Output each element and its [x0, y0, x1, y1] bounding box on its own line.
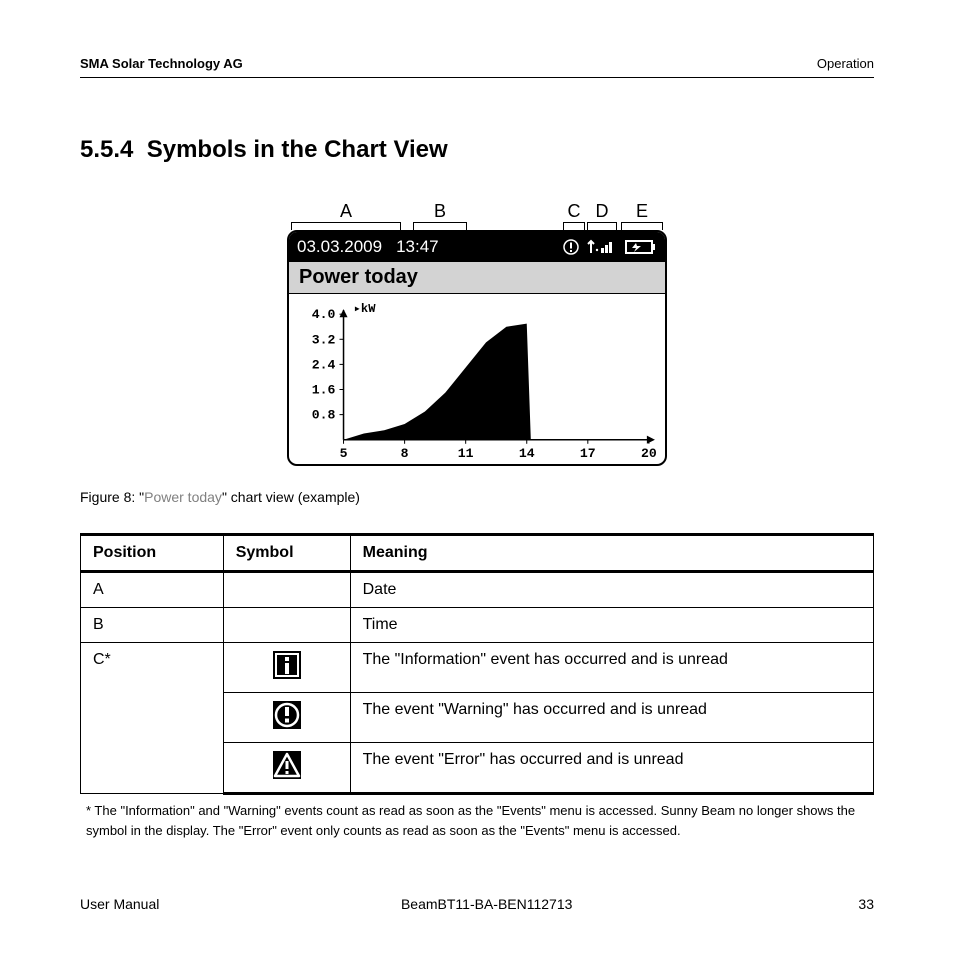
cell-symbol — [223, 643, 350, 693]
symbols-table: Position Symbol Meaning ADateBTimeC*The … — [80, 533, 874, 795]
section-number: 5.5.4 — [80, 136, 133, 163]
svg-text:3.2: 3.2 — [312, 332, 336, 347]
svg-text:8: 8 — [401, 446, 409, 461]
lcd-date: 03.03.2009 — [297, 237, 382, 257]
svg-text:1.6: 1.6 — [312, 383, 336, 398]
table-row: C*The "Information" event has occurred a… — [81, 643, 874, 693]
th-meaning: Meaning — [350, 535, 873, 572]
info-icon — [271, 649, 303, 686]
figure-container: A B C D E 03.03.2009 13:47 — [80, 190, 874, 471]
figure-caption: Figure 8: "Power today" chart view (exam… — [80, 489, 874, 505]
page-footer: User Manual BeamBT11-BA-BEN112713 33 — [80, 896, 874, 912]
warning-icon — [271, 699, 303, 736]
cell-meaning: The event "Error" has occurred and is un… — [350, 743, 873, 794]
lcd-title: Power today — [289, 262, 665, 294]
callout-a: A — [291, 202, 401, 230]
svg-text:17: 17 — [580, 446, 596, 461]
device-frame: A B C D E 03.03.2009 13:47 — [287, 190, 667, 466]
cell-meaning: The "Information" event has occurred and… — [350, 643, 873, 693]
section-heading: Symbols in the Chart View — [147, 136, 448, 163]
cell-meaning: Time — [350, 608, 873, 643]
callout-d: D — [587, 202, 617, 230]
battery-icon — [625, 239, 657, 255]
cell-position: C* — [81, 643, 224, 794]
cell-meaning: The event "Warning" has occurred and is … — [350, 693, 873, 743]
cell-symbol — [223, 693, 350, 743]
callout-e: E — [621, 202, 663, 230]
page-header: SMA Solar Technology AG Operation — [80, 56, 874, 78]
lcd-screen: 03.03.2009 13:47 — [287, 230, 667, 466]
svg-text:5: 5 — [340, 446, 348, 461]
callout-b: B — [413, 202, 467, 230]
cell-position: B — [81, 608, 224, 643]
footer-center: BeamBT11-BA-BEN112713 — [401, 896, 572, 912]
cell-position: A — [81, 572, 224, 608]
cell-meaning: Date — [350, 572, 873, 608]
lcd-statusbar: 03.03.2009 13:47 — [289, 232, 665, 262]
caption-prefix: Figure 8: " — [80, 489, 144, 505]
error-icon — [271, 749, 303, 786]
svg-text:20: 20 — [641, 446, 657, 461]
section-title: 5.5.4 Symbols in the Chart View — [80, 136, 874, 164]
svg-text:4.0: 4.0 — [312, 307, 336, 322]
cell-symbol — [223, 608, 350, 643]
cell-symbol — [223, 572, 350, 608]
th-symbol: Symbol — [223, 535, 350, 572]
signal-icon — [587, 239, 615, 255]
svg-text:0.8: 0.8 — [312, 408, 336, 423]
footer-left: User Manual — [80, 896, 159, 912]
chart-svg: 0.8 1.6 2.4 3.2 4.0 5 8 11 14 17 20 ▸kW — [295, 300, 659, 462]
table-row: B Time — [81, 608, 874, 643]
svg-text:2.4: 2.4 — [312, 357, 336, 372]
callout-row: A B C D E — [287, 190, 667, 230]
cell-symbol — [223, 743, 350, 794]
header-section: Operation — [817, 56, 874, 71]
table-row: A Date — [81, 572, 874, 608]
footer-page: 33 — [814, 896, 874, 912]
table-footnote: * The "Information" and "Warning" events… — [80, 801, 874, 841]
callout-c: C — [563, 202, 585, 230]
th-position: Position — [81, 535, 224, 572]
caption-grey: Power today — [144, 489, 222, 505]
header-company: SMA Solar Technology AG — [80, 56, 243, 71]
lcd-chart: 0.8 1.6 2.4 3.2 4.0 5 8 11 14 17 20 ▸kW — [289, 294, 665, 464]
svg-text:14: 14 — [519, 446, 535, 461]
event-warning-icon — [563, 239, 579, 255]
lcd-time: 13:47 — [396, 237, 439, 257]
svg-text:11: 11 — [458, 446, 474, 461]
svg-text:▸kW: ▸kW — [354, 302, 377, 316]
caption-suffix: " chart view (example) — [222, 489, 360, 505]
